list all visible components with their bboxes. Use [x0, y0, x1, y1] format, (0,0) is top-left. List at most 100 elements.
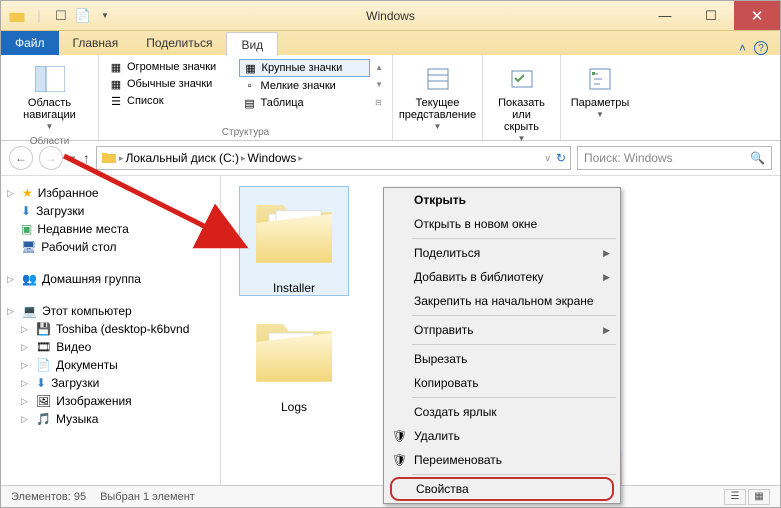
up-button[interactable]: ↑: [83, 150, 90, 166]
ctx-add-library[interactable]: Добавить в библиотеку▶: [384, 265, 620, 289]
addr-folder-icon: [101, 149, 117, 168]
tab-view[interactable]: Вид: [226, 32, 278, 56]
layout-scroll-down[interactable]: ▼: [375, 80, 383, 89]
sidebar-pictures[interactable]: ▷🖼Изображения: [7, 392, 214, 410]
sidebar-documents[interactable]: ▷📄Документы: [7, 356, 214, 374]
addr-dropdown-icon[interactable]: v: [545, 153, 550, 163]
crumb-disk[interactable]: Локальный диск (C:): [125, 151, 239, 165]
context-menu: Открыть Открыть в новом окне Поделиться▶…: [383, 187, 621, 504]
history-dropdown-icon[interactable]: ▼: [69, 154, 77, 163]
refresh-icon[interactable]: ↻: [556, 151, 566, 165]
showhide-icon: [506, 63, 538, 95]
ctx-sendto[interactable]: Отправить▶: [384, 318, 620, 342]
desktop-icon: 🖥: [21, 240, 36, 254]
ctx-share[interactable]: Поделиться▶: [384, 241, 620, 265]
options-icon: [584, 63, 616, 95]
crumb-folder[interactable]: Windows: [248, 151, 297, 165]
ribbon-group-showhide: Показать или скрыть ▼: [483, 55, 561, 140]
ribbon-tabs: Файл Главная Поделиться Вид ˄ ?: [1, 31, 780, 55]
back-button[interactable]: ←: [9, 146, 33, 170]
chevron-down-icon: ▼: [518, 135, 526, 144]
layout-scroll-up[interactable]: ▲: [375, 63, 383, 72]
ctx-rename[interactable]: 🛡Переименовать: [384, 448, 620, 472]
ctx-open-new[interactable]: Открыть в новом окне: [384, 212, 620, 236]
table-icon: ▤: [243, 96, 257, 110]
expand-icon[interactable]: ▷: [21, 324, 31, 335]
sidebar-downloads2[interactable]: ▷⬇Загрузки: [7, 374, 214, 392]
ctx-pin-start[interactable]: Закрепить на начальном экране: [384, 289, 620, 313]
ribbon-group-panes: Область навигации ▼ Области: [1, 55, 99, 140]
address-bar[interactable]: ▸ Локальный диск (C:) ▸ Windows ▸ v ↻: [96, 146, 571, 170]
list-icon: ☰: [109, 94, 123, 108]
forward-button[interactable]: →: [39, 146, 63, 170]
currentview-button[interactable]: Текущее представление ▼: [399, 59, 476, 136]
minimize-button[interactable]: —: [642, 1, 688, 30]
layout-huge[interactable]: ▦Огромные значки: [105, 59, 237, 75]
expand-icon[interactable]: ▷: [21, 342, 31, 353]
ribbon-group-layout: ▦Огромные значки ▦Обычные значки ☰Список…: [99, 55, 393, 140]
view-details-button[interactable]: ☰: [724, 489, 746, 505]
layout-list[interactable]: ☰Список: [105, 93, 237, 109]
crumb-sep[interactable]: ▸: [119, 153, 124, 164]
sidebar-desktop[interactable]: 🖥Рабочий стол: [7, 238, 214, 256]
ctx-properties[interactable]: Свойства: [390, 477, 614, 501]
recent-icon: ▣: [21, 222, 32, 236]
help-icon[interactable]: ?: [754, 41, 768, 55]
submenu-arrow-icon: ▶: [603, 248, 610, 259]
expand-icon[interactable]: ▷: [7, 306, 17, 317]
crumb-sep[interactable]: ▸: [241, 153, 246, 164]
folder-installer[interactable]: Installer: [239, 186, 349, 296]
folder-logs[interactable]: Logs: [239, 306, 349, 414]
ribbon-collapse-icon[interactable]: ˄: [739, 41, 746, 55]
qat-dropdown-icon[interactable]: ▼: [95, 6, 115, 26]
chevron-down-icon: ▼: [46, 123, 54, 132]
tab-share[interactable]: Поделиться: [132, 31, 226, 55]
search-box[interactable]: Поиск: Windows 🔍: [577, 146, 772, 170]
navpane-button[interactable]: Область навигации ▼: [7, 59, 92, 136]
navbar: ← → ▼ ↑ ▸ Локальный диск (C:) ▸ Windows …: [1, 141, 780, 175]
expand-icon[interactable]: ▷: [21, 360, 31, 371]
ribbon-group-currentview: Текущее представление ▼: [393, 55, 483, 140]
crumb-sep[interactable]: ▸: [298, 153, 303, 164]
ctx-copy[interactable]: Копировать: [384, 371, 620, 395]
layout-large[interactable]: ▦Крупные значки: [239, 59, 371, 77]
expand-icon[interactable]: ▷: [21, 414, 31, 425]
sidebar-videos[interactable]: ▷🎞Видео: [7, 338, 214, 356]
star-icon: ★: [22, 186, 33, 200]
ctx-cut[interactable]: Вырезать: [384, 347, 620, 371]
sidebar-computer[interactable]: ▷💻Этот компьютер: [7, 302, 214, 320]
expand-icon[interactable]: ▷: [21, 378, 31, 389]
shield-icon: 🛡: [392, 429, 407, 443]
sidebar-favorites[interactable]: ▷★Избранное: [7, 184, 214, 202]
tab-file[interactable]: Файл: [1, 31, 59, 55]
sidebar-toshiba[interactable]: ▷💾Toshiba (desktop-k6bvnd: [7, 320, 214, 338]
close-button[interactable]: ✕: [734, 1, 780, 30]
showhide-button[interactable]: Показать или скрыть ▼: [489, 59, 554, 148]
tab-help-area: ˄ ?: [739, 41, 780, 55]
options-button[interactable]: Параметры ▼: [567, 59, 633, 124]
folder-label: Installer: [273, 281, 315, 295]
ribbon: Область навигации ▼ Области ▦Огромные зн…: [1, 55, 780, 141]
sidebar-homegroup[interactable]: ▷👥Домашняя группа: [7, 270, 214, 288]
tab-home[interactable]: Главная: [59, 31, 133, 55]
expand-icon[interactable]: ▷: [21, 396, 31, 407]
expand-icon[interactable]: ▷: [7, 188, 17, 199]
expand-icon[interactable]: ▷: [7, 274, 17, 285]
ctx-delete[interactable]: 🛡Удалить: [384, 424, 620, 448]
layout-small[interactable]: ▫Мелкие значки: [239, 78, 371, 94]
layout-table[interactable]: ▤Таблица: [239, 95, 371, 111]
ctx-open[interactable]: Открыть: [384, 188, 620, 212]
qat-newfolder-icon[interactable]: 📄: [73, 6, 93, 26]
currentview-icon: [422, 63, 454, 95]
ctx-shortcut[interactable]: Создать ярлык: [384, 400, 620, 424]
view-icons-button[interactable]: ▦: [748, 489, 770, 505]
submenu-arrow-icon: ▶: [603, 325, 610, 336]
maximize-button[interactable]: ☐: [688, 1, 734, 30]
sidebar-music[interactable]: ▷🎵Музыка: [7, 410, 214, 428]
qat-properties-icon[interactable]: ☐: [51, 6, 71, 26]
sidebar-recent[interactable]: ▣Недавние места: [7, 220, 214, 238]
layout-expand[interactable]: ⊟: [375, 98, 383, 107]
layout-medium[interactable]: ▦Обычные значки: [105, 76, 237, 92]
medium-icon: ▦: [109, 77, 123, 91]
sidebar-downloads[interactable]: ⬇Загрузки: [7, 202, 214, 220]
